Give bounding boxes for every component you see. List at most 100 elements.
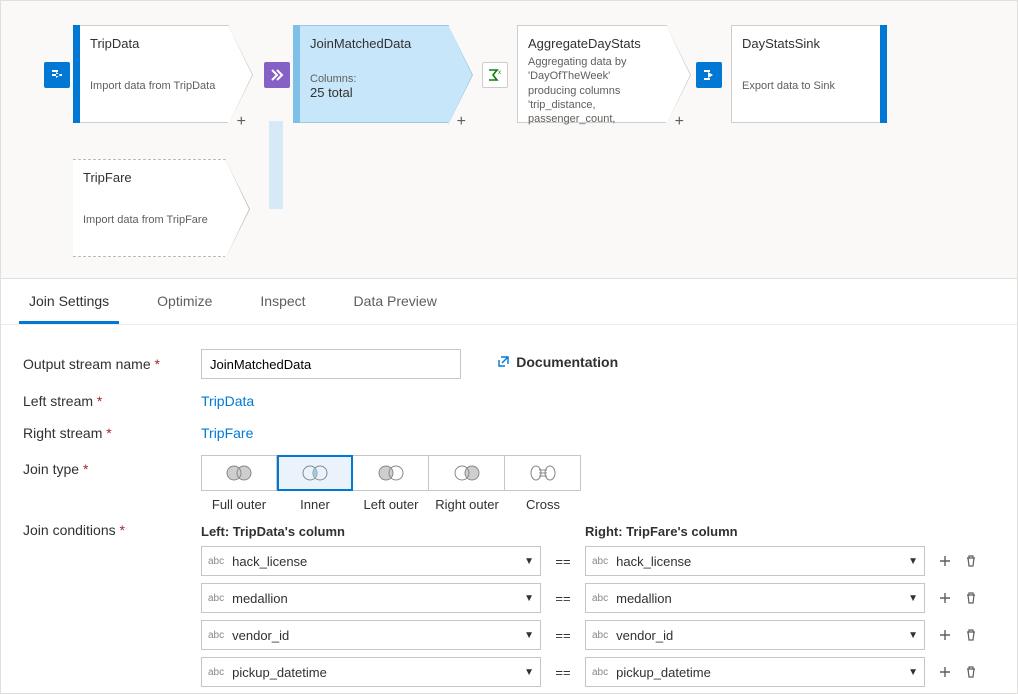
right-column-select[interactable]: abc hack_license ▼: [585, 546, 925, 576]
condition-row: abc medallion ▼ == abc medallion ▼: [201, 583, 979, 613]
right-column-value: hack_license: [616, 554, 691, 569]
documentation-text: Documentation: [516, 354, 618, 370]
delete-condition-button[interactable]: [963, 627, 979, 643]
left-stream-label: Left stream: [23, 393, 93, 409]
type-tag: abc: [208, 630, 224, 641]
join-conditions-label: Join conditions: [23, 522, 116, 538]
columns-count: 25 total: [300, 85, 448, 108]
join-type-selector: [201, 455, 979, 491]
chevron-down-icon: ▼: [908, 556, 918, 567]
left-column-select[interactable]: abc medallion ▼: [201, 583, 541, 613]
jt-label-full: Full outer: [201, 497, 277, 512]
join-type-cross[interactable]: [505, 455, 581, 491]
left-column-value: hack_license: [232, 554, 307, 569]
equals-operator: ==: [541, 591, 585, 606]
output-stream-input[interactable]: [201, 349, 461, 379]
type-tag: abc: [208, 556, 224, 567]
documentation-link[interactable]: Documentation: [496, 354, 618, 370]
add-condition-button[interactable]: [937, 627, 953, 643]
add-branch-agg[interactable]: +: [675, 113, 684, 131]
node-desc: Import data from TripData: [80, 79, 228, 101]
tab-inspect[interactable]: Inspect: [250, 279, 315, 324]
node-title: AggregateDayStats: [518, 26, 666, 55]
right-column-select[interactable]: abc medallion ▼: [585, 583, 925, 613]
connector-tripfare-join: [269, 121, 283, 209]
svg-text:x: x: [498, 70, 501, 76]
tab-optimize[interactable]: Optimize: [147, 279, 222, 324]
app-frame: + TripData Import data from TripData + J…: [0, 0, 1018, 694]
add-branch-tripdata[interactable]: +: [237, 113, 246, 131]
condition-row: abchack_license▼==abchack_license▼: [201, 546, 979, 576]
chevron-down-icon: ▼: [524, 630, 534, 641]
tab-bar: Join Settings Optimize Inspect Data Prev…: [1, 279, 1017, 325]
type-tag: abc: [208, 667, 224, 678]
left-column-select[interactable]: abcvendor_id▼: [201, 620, 541, 650]
node-desc: Aggregating data by 'DayOfTheWeek' produ…: [518, 55, 666, 134]
add-condition-button[interactable]: [937, 590, 953, 606]
sink-icon: [696, 62, 722, 88]
equals-operator: ==: [541, 628, 585, 643]
right-column-select[interactable]: abc vendor_id ▼: [585, 620, 925, 650]
type-tag: abc: [592, 667, 608, 678]
right-column-select[interactable]: abcpickup_datetime▼: [585, 657, 925, 687]
chevron-down-icon: ▼: [524, 667, 534, 678]
import-icon: [44, 62, 70, 88]
join-type-inner[interactable]: [277, 455, 353, 491]
chevron-down-icon: ▼: [524, 593, 534, 604]
right-column-value: pickup_datetime: [616, 665, 711, 680]
right-column-value: vendor_id: [616, 628, 673, 643]
join-type-leftouter[interactable]: [353, 455, 429, 491]
node-desc: Export data to Sink: [732, 79, 880, 101]
equals-operator: ==: [541, 554, 585, 569]
left-column-select[interactable]: abc pickup_datetime ▼: [201, 657, 541, 687]
jt-label-right: Right outer: [429, 497, 505, 512]
jt-label-cross: Cross: [505, 497, 581, 512]
left-column-select[interactable]: abchack_license▼: [201, 546, 541, 576]
add-branch-join[interactable]: +: [457, 113, 466, 131]
equals-operator: ==: [541, 665, 585, 680]
delete-condition-button[interactable]: [963, 553, 979, 569]
chevron-down-icon: ▼: [908, 593, 918, 604]
add-condition-button[interactable]: [937, 664, 953, 680]
aggregate-icon: x: [482, 62, 508, 88]
left-column-header: Left: TripData's column: [201, 524, 541, 539]
type-tag: abc: [592, 630, 608, 641]
right-stream-value[interactable]: TripFare: [201, 425, 253, 441]
node-tripfare[interactable]: TripFare Import data from TripFare: [73, 159, 226, 257]
delete-condition-button[interactable]: [963, 664, 979, 680]
left-stream-value[interactable]: TripData: [201, 393, 254, 409]
tab-join-settings[interactable]: Join Settings: [19, 279, 119, 324]
type-tag: abc: [208, 593, 224, 604]
condition-row: abcvendor_id▼==abcvendor_id▼: [201, 620, 979, 650]
right-column-value: medallion: [616, 591, 672, 606]
add-condition-button[interactable]: [937, 553, 953, 569]
left-column-value: medallion: [232, 591, 288, 606]
jt-label-inner: Inner: [277, 497, 353, 512]
node-joinmatcheddata[interactable]: + JoinMatchedData Columns: 25 total: [299, 25, 449, 123]
columns-label: Columns:: [300, 55, 448, 85]
delete-condition-button[interactable]: [963, 590, 979, 606]
chevron-down-icon: ▼: [908, 630, 918, 641]
flow-canvas[interactable]: + TripData Import data from TripData + J…: [1, 1, 1017, 279]
join-type-fullouter[interactable]: [201, 455, 277, 491]
node-title: DayStatsSink: [732, 26, 880, 55]
settings-form: Output stream name * Documentation Left …: [23, 343, 979, 693]
tab-data-preview[interactable]: Data Preview: [344, 279, 447, 324]
node-title: JoinMatchedData: [300, 26, 448, 55]
join-type-rightouter[interactable]: [429, 455, 505, 491]
node-daystatssink[interactable]: DayStatsSink Export data to Sink: [731, 25, 881, 123]
condition-row: abcpickup_datetime▼==abcpickup_datetime▼: [201, 657, 979, 687]
node-tripdata[interactable]: + TripData Import data from TripData: [79, 25, 229, 123]
node-aggregatedaystats[interactable]: x + AggregateDayStats Aggregating data b…: [517, 25, 667, 123]
output-stream-label: Output stream name: [23, 356, 151, 372]
node-desc: Import data from TripFare: [73, 213, 225, 235]
join-type-label: Join type: [23, 461, 79, 477]
join-icon: [264, 62, 290, 88]
right-column-header: Right: TripFare's column: [585, 524, 925, 539]
node-title: TripData: [80, 26, 228, 55]
settings-panel: Join Settings Optimize Inspect Data Prev…: [1, 279, 1017, 693]
type-tag: abc: [592, 593, 608, 604]
left-column-value: pickup_datetime: [232, 665, 327, 680]
right-stream-label: Right stream: [23, 425, 102, 441]
type-tag: abc: [592, 556, 608, 567]
